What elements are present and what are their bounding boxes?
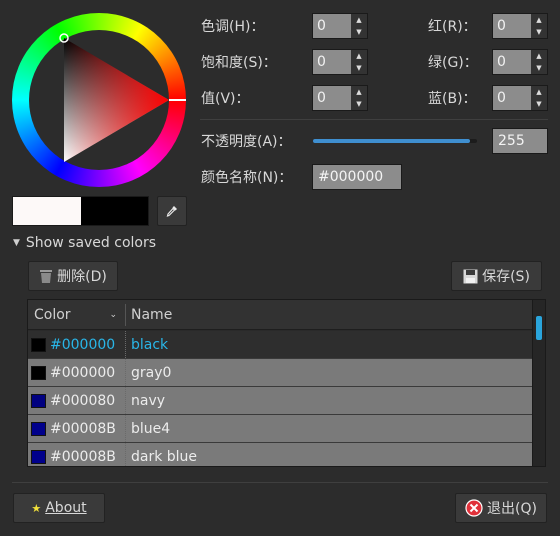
column-header-color[interactable]: Color ⌄ — [28, 300, 125, 330]
opacity-label: 不透明度(A)： — [201, 134, 292, 150]
eyedropper-button[interactable] — [157, 196, 187, 226]
down-arrow-icon[interactable]: ▼ — [351, 26, 367, 38]
color-wheel[interactable] — [12, 13, 186, 187]
value-spin[interactable]: 0 ▲ ▼ — [312, 85, 368, 111]
up-arrow-icon[interactable]: ▲ — [351, 86, 367, 98]
current-color-swatch — [80, 197, 148, 225]
floppy-disk-icon — [463, 269, 478, 283]
save-label: 保存(S) — [482, 269, 530, 285]
color-preview — [12, 196, 149, 226]
table-row[interactable]: #00008B blue4 — [28, 415, 533, 443]
table-row[interactable]: #00008B dark blue — [28, 443, 533, 466]
green-value[interactable]: 0 — [493, 50, 531, 74]
saturation-label: 饱和度(S)： — [201, 55, 277, 71]
down-arrow-icon[interactable]: ▼ — [531, 26, 547, 38]
table-row[interactable]: #000000 gray0 — [28, 359, 533, 387]
red-spin[interactable]: 0 ▲ ▼ — [492, 13, 548, 39]
scrollbar-thumb[interactable] — [536, 316, 542, 340]
table-row[interactable]: #000000 black — [28, 331, 533, 359]
down-arrow-icon[interactable]: ▼ — [531, 62, 547, 74]
color-swatch — [31, 394, 46, 408]
saturation-value[interactable]: 0 — [313, 50, 351, 74]
color-name-cell: dark blue — [131, 449, 198, 465]
hue-value[interactable]: 0 — [313, 14, 351, 38]
trash-icon — [40, 270, 53, 283]
divider — [12, 482, 548, 483]
hue-spin[interactable]: 0 ▲ ▼ — [312, 13, 368, 39]
up-arrow-icon[interactable]: ▲ — [531, 86, 547, 98]
color-name-cell: black — [131, 337, 169, 353]
about-button[interactable]: ★ About — [13, 493, 105, 523]
blue-spin[interactable]: 0 ▲ ▼ — [492, 85, 548, 111]
blue-label: 蓝(B)： — [428, 91, 477, 107]
red-value[interactable]: 0 — [493, 14, 531, 38]
color-hex-cell: #000000 — [50, 337, 116, 353]
down-arrow-icon[interactable]: ▼ — [351, 62, 367, 74]
red-label: 红(R)： — [428, 19, 477, 35]
quit-icon — [465, 499, 483, 517]
column-header-name[interactable]: Name — [125, 300, 525, 330]
color-name-cell: navy — [131, 393, 166, 409]
up-arrow-icon[interactable]: ▲ — [351, 14, 367, 26]
saturation-value-triangle[interactable] — [12, 13, 186, 187]
down-arrow-icon[interactable]: ▼ — [531, 98, 547, 110]
delete-button[interactable]: 删除(D) — [28, 261, 118, 291]
value-value[interactable]: 0 — [313, 86, 351, 110]
table-header: Color ⌄ Name — [28, 300, 533, 330]
saved-colors-toggle-label: Show saved colors — [25, 235, 157, 251]
up-arrow-icon[interactable]: ▲ — [531, 50, 547, 62]
color-swatch — [31, 338, 46, 352]
color-name-cell: blue4 — [131, 421, 171, 437]
eyedropper-icon — [166, 206, 177, 217]
delete-label: 删除(D) — [57, 269, 107, 285]
expander-arrow-icon: ▼ — [13, 238, 20, 248]
color-swatch — [31, 422, 46, 436]
chevron-down-icon: ⌄ — [109, 310, 117, 320]
color-swatch — [31, 366, 46, 380]
up-arrow-icon[interactable]: ▲ — [531, 14, 547, 26]
star-icon: ★ — [31, 501, 42, 515]
vertical-scrollbar[interactable] — [532, 300, 545, 466]
green-spin[interactable]: 0 ▲ ▼ — [492, 49, 548, 75]
opacity-input[interactable]: 255 — [492, 128, 548, 154]
opacity-slider-fill — [313, 139, 471, 143]
color-name-input[interactable]: #000000 — [312, 164, 402, 190]
saved-colors-expander[interactable]: ▼ Show saved colors — [13, 233, 156, 253]
quit-button[interactable]: 退出(Q) — [455, 493, 547, 523]
table-body: #000000 black #000000 gray0 #000080 navy #0000… — [28, 331, 533, 466]
save-button[interactable]: 保存(S) — [451, 261, 542, 291]
saturation-spin[interactable]: 0 ▲ ▼ — [312, 49, 368, 75]
color-hex-cell: #000000 — [50, 365, 116, 381]
color-hex-cell: #00008B — [50, 421, 116, 437]
color-name-cell: gray0 — [131, 365, 172, 381]
down-arrow-icon[interactable]: ▼ — [351, 98, 367, 110]
color-hex-cell: #000080 — [50, 393, 116, 409]
previous-color-swatch — [13, 197, 81, 225]
about-label: About — [45, 500, 87, 516]
up-arrow-icon[interactable]: ▲ — [351, 50, 367, 62]
table-row[interactable]: #000080 navy — [28, 387, 533, 415]
blue-value[interactable]: 0 — [493, 86, 531, 110]
green-label: 绿(G)： — [428, 55, 478, 71]
quit-label: 退出(Q) — [487, 501, 537, 517]
hue-label: 色调(H)： — [201, 19, 265, 35]
divider — [200, 119, 548, 120]
color-name-label: 颜色名称(N)： — [201, 170, 293, 186]
color-hex-cell: #00008B — [50, 449, 116, 465]
saved-colors-table[interactable]: Color ⌄ Name #000000 black #000000 gray0 #00… — [27, 299, 546, 467]
color-swatch — [31, 450, 46, 464]
opacity-slider[interactable] — [313, 139, 477, 143]
value-label: 值(V)： — [201, 91, 250, 107]
